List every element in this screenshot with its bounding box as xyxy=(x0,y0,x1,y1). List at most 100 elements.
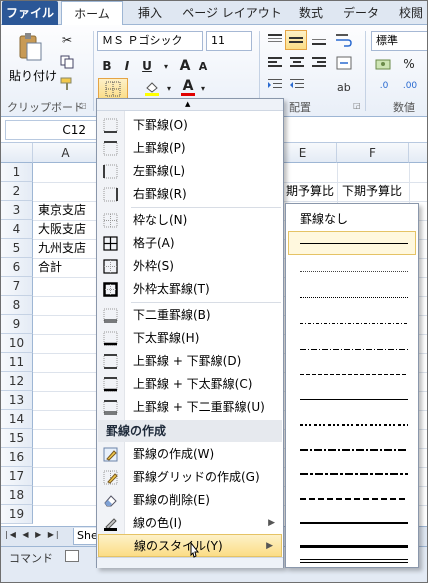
row-header[interactable]: 8 xyxy=(1,296,33,315)
tab-formulas[interactable]: 数式 xyxy=(289,1,333,25)
row-header[interactable]: 4 xyxy=(1,220,33,239)
row-header[interactable]: 10 xyxy=(1,334,33,353)
align-center-icon[interactable] xyxy=(289,55,305,71)
line-style-dashed[interactable] xyxy=(300,374,408,375)
line-style-double[interactable] xyxy=(300,559,408,563)
row-header[interactable]: 19 xyxy=(1,505,33,524)
alignment-launcher-icon[interactable]: ◲ xyxy=(353,101,361,110)
menu-item-all-borders[interactable]: 格子(A) xyxy=(97,232,283,255)
line-style-medium[interactable] xyxy=(300,522,408,524)
column-header-f[interactable]: F xyxy=(337,143,409,163)
increase-indent-icon[interactable] xyxy=(289,77,305,93)
merge-center-icon[interactable] xyxy=(335,54,353,72)
row-header[interactable]: 16 xyxy=(1,448,33,467)
row-header[interactable]: 3 xyxy=(1,201,33,220)
line-style-thin[interactable] xyxy=(300,243,408,244)
row-header[interactable]: 12 xyxy=(1,372,33,391)
menu-item-erase-border[interactable]: 罫線の削除(E) xyxy=(97,489,283,512)
font-size-select[interactable]: 11 xyxy=(206,31,252,51)
italic-button[interactable]: I xyxy=(118,57,136,75)
menu-item-draw-border[interactable]: 罫線の作成(W) xyxy=(97,443,283,466)
decrease-indent-icon[interactable] xyxy=(267,77,283,93)
macro-record-icon[interactable] xyxy=(65,550,79,562)
font-color-dropdown-icon[interactable]: ▾ xyxy=(197,79,209,97)
tab-file[interactable]: ファイル xyxy=(2,1,58,25)
shrink-font-icon[interactable]: A xyxy=(195,57,211,75)
row-header[interactable]: 6 xyxy=(1,258,33,277)
row-header[interactable]: 17 xyxy=(1,467,33,486)
percent-format-icon[interactable]: % xyxy=(399,55,419,73)
column-header-g[interactable] xyxy=(409,143,427,163)
border-button[interactable] xyxy=(98,78,128,100)
menu-item-left-border[interactable]: 左罫線(L) xyxy=(97,160,283,183)
sheet-nav-arrows-icon[interactable]: |◀ ◀ ▶ ▶| xyxy=(5,530,61,539)
cell-f2[interactable]: 下期予算比 xyxy=(339,182,402,201)
menu-item-thick-box-border[interactable]: 外枠太罫線(T) xyxy=(97,278,283,301)
underline-button[interactable]: U xyxy=(138,57,156,75)
align-right-icon[interactable] xyxy=(311,55,327,71)
cell-a6[interactable]: 合計 xyxy=(35,258,62,277)
grow-font-icon[interactable]: A xyxy=(177,57,193,75)
tab-review[interactable]: 校閲 xyxy=(393,1,427,25)
tab-data[interactable]: データ xyxy=(337,1,385,25)
menu-scroll-up[interactable]: ▲ xyxy=(97,99,283,111)
select-all-corner[interactable] xyxy=(1,143,33,163)
line-style-dash-dot[interactable] xyxy=(300,349,408,350)
menu-item-top-double-bottom-border[interactable]: 上罫線 + 下二重罫線(U) xyxy=(97,396,283,419)
line-style-hair[interactable] xyxy=(300,271,408,272)
row-header[interactable]: 9 xyxy=(1,315,33,334)
fill-color-dropdown-icon[interactable]: ▾ xyxy=(163,79,175,97)
name-box[interactable]: C12 xyxy=(5,120,97,140)
row-header[interactable]: 5 xyxy=(1,239,33,258)
format-painter-icon[interactable] xyxy=(59,76,75,92)
row-header[interactable]: 7 xyxy=(1,277,33,296)
tab-page-layout[interactable]: ページ レイアウト xyxy=(177,1,287,25)
font-name-select[interactable]: ＭＳ Ｐゴシック xyxy=(97,31,203,51)
cell-e2[interactable]: 期予算比 xyxy=(283,182,334,201)
increase-decimal-icon[interactable]: .0 xyxy=(373,77,395,95)
menu-item-right-border[interactable]: 右罫線(R) xyxy=(97,183,283,206)
cut-icon[interactable]: ✂ xyxy=(59,32,75,48)
line-style-medium-dash-dot[interactable] xyxy=(300,473,408,475)
clipboard-launcher-icon[interactable]: ◲ xyxy=(79,101,87,110)
row-header[interactable]: 11 xyxy=(1,353,33,372)
align-middle-icon[interactable] xyxy=(285,30,307,50)
line-style-dotted[interactable] xyxy=(300,297,408,298)
menu-item-line-color[interactable]: 線の色(I) ▶ xyxy=(97,512,283,535)
menu-item-outside-borders[interactable]: 外枠(S) xyxy=(97,255,283,278)
row-header[interactable]: 14 xyxy=(1,410,33,429)
wrap-text-icon[interactable] xyxy=(335,31,353,49)
line-style-thick[interactable] xyxy=(300,545,408,548)
line-style-thin-2[interactable] xyxy=(300,399,408,400)
decrease-decimal-icon[interactable]: .00 xyxy=(399,77,421,95)
align-top-icon[interactable] xyxy=(267,32,283,48)
menu-item-thick-bottom-border[interactable]: 下太罫線(H) xyxy=(97,327,283,350)
row-header[interactable]: 2 xyxy=(1,182,33,201)
line-style-dash-dot-dot[interactable] xyxy=(300,323,408,324)
line-style-medium-dashed[interactable] xyxy=(300,498,408,500)
menu-item-bottom-border[interactable]: 下罫線(O) xyxy=(97,114,283,137)
cell-a5[interactable]: 九州支店 xyxy=(35,239,86,258)
menu-item-top-thick-bottom-border[interactable]: 上罫線 + 下太罫線(C) xyxy=(97,373,283,396)
copy-icon[interactable] xyxy=(59,54,75,70)
column-header-a[interactable]: A xyxy=(33,143,99,163)
orientation-icon[interactable]: ab xyxy=(335,77,353,95)
align-left-icon[interactable] xyxy=(267,55,283,71)
cell-a4[interactable]: 大阪支店 xyxy=(35,220,86,239)
row-header[interactable]: 15 xyxy=(1,429,33,448)
paste-label[interactable]: 貼り付け xyxy=(9,67,57,84)
tab-home[interactable]: ホーム xyxy=(61,1,123,26)
bold-button[interactable]: B xyxy=(98,57,116,75)
menu-item-top-bottom-border[interactable]: 上罫線 + 下罫線(D) xyxy=(97,350,283,373)
align-bottom-icon[interactable] xyxy=(311,32,327,48)
menu-item-draw-border-grid[interactable]: 罫線グリッドの作成(G) xyxy=(97,466,283,489)
menu-item-bottom-double-border[interactable]: 下二重罫線(B) xyxy=(97,304,283,327)
paste-icon[interactable] xyxy=(15,31,45,63)
underline-dropdown-icon[interactable]: ▾ xyxy=(159,57,173,75)
line-style-none[interactable]: 罫線なし xyxy=(300,210,348,227)
fill-color-icon[interactable] xyxy=(143,79,161,97)
row-header[interactable]: 1 xyxy=(1,163,33,182)
line-style-slant-dash-dot[interactable] xyxy=(300,449,408,451)
line-style-medium-dash-dot-dot[interactable] xyxy=(300,424,408,426)
row-header[interactable]: 18 xyxy=(1,486,33,505)
